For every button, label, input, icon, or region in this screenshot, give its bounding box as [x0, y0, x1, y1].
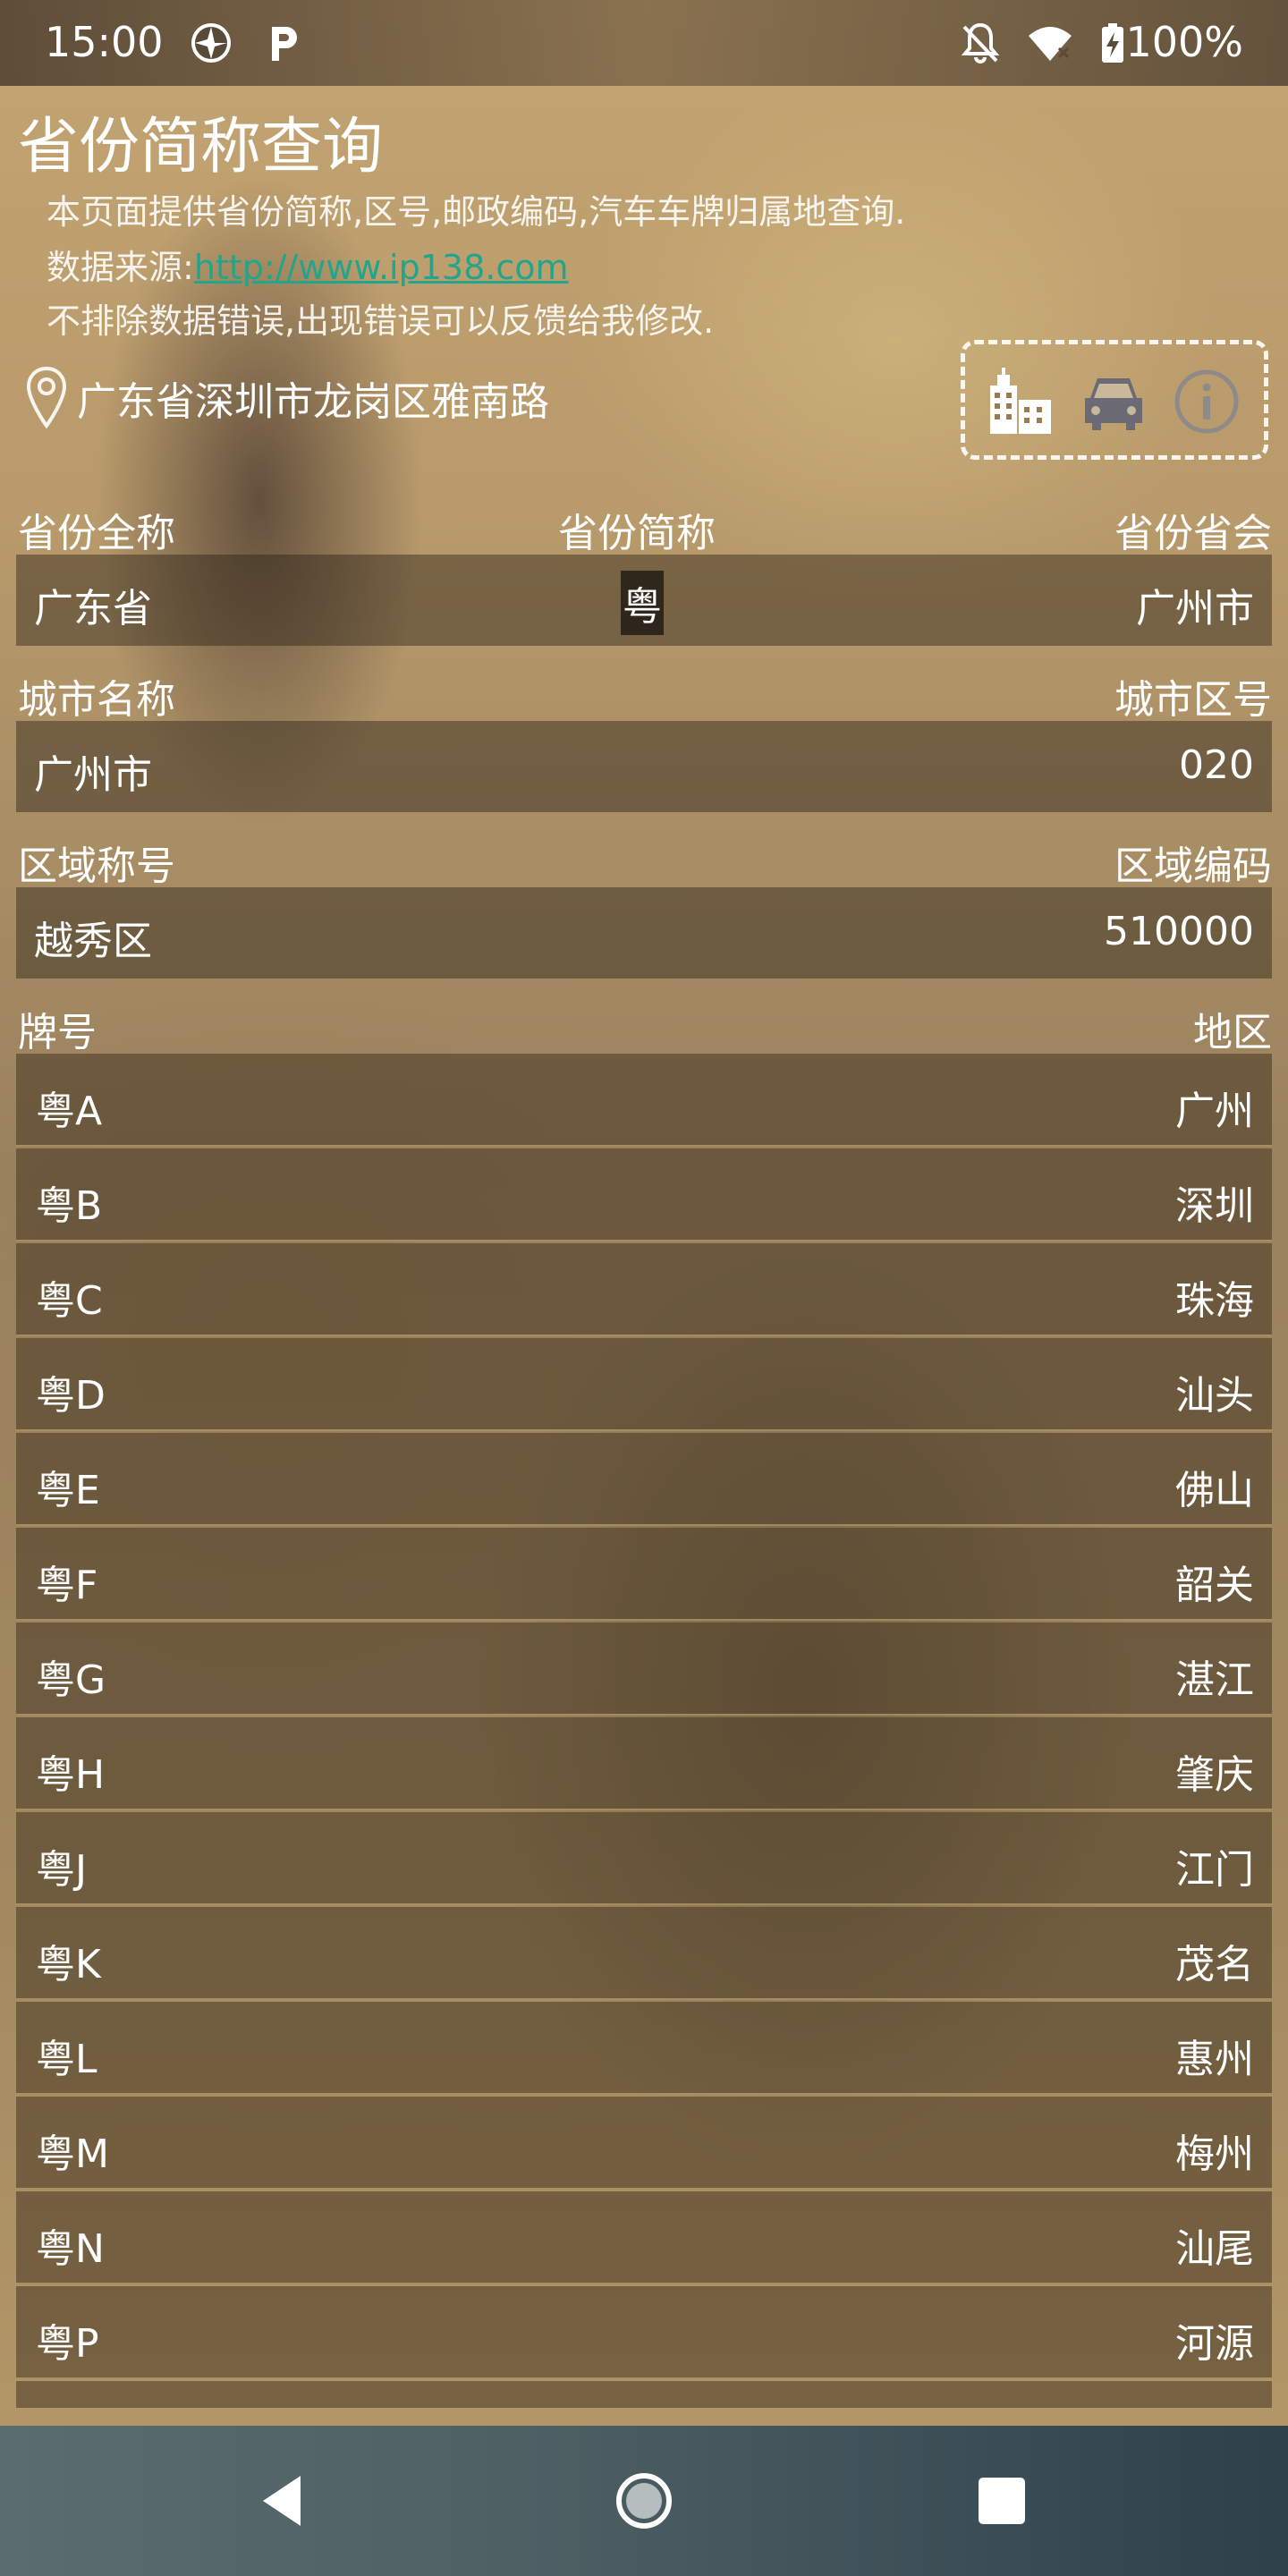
status-time: 15:00	[45, 18, 164, 66]
list-item-partial[interactable]	[16, 2381, 1272, 2408]
province-short-value[interactable]: 粤	[621, 571, 664, 635]
plate-region: 广州	[1175, 1089, 1254, 1134]
parking-p-icon	[272, 27, 297, 61]
label-city-code: 城市区号	[1114, 677, 1272, 723]
plate-region: 茂名	[1175, 1942, 1254, 1987]
city-row: 广州市 020	[16, 721, 1272, 812]
district-row: 越秀区 510000	[16, 887, 1272, 979]
navigation-bar	[0, 2426, 1288, 2576]
plate-code: 粤D	[36, 1373, 106, 1419]
list-item[interactable]: 粤B 深圳	[16, 1148, 1272, 1241]
province-row: 广东省 粤 广州市	[16, 555, 1272, 646]
plate-list[interactable]: 粤A 广州 粤B 深圳 粤C 珠海 粤D 汕头 粤E 佛山 粤F 韶关 粤G 湛江 粤H 肇庆 …	[16, 1054, 1272, 2408]
city-name-value: 广州市	[34, 752, 152, 798]
list-item[interactable]: 粤J 江门	[16, 1812, 1272, 1905]
plate-region: 湛江	[1175, 1657, 1254, 1703]
status-bar: 15:00 100%	[0, 0, 1288, 86]
home-icon[interactable]	[608, 2465, 680, 2537]
plate-code: 粤C	[36, 1278, 103, 1324]
current-location[interactable]: 广东省深圳市龙岗区雅南路	[25, 365, 549, 431]
plate-region: 深圳	[1175, 1183, 1254, 1229]
battery-percent: 100%	[1125, 18, 1243, 66]
plate-region: 珠海	[1175, 1278, 1254, 1324]
info-line-3: 不排除数据错误,出现错误可以反馈给我修改.	[47, 301, 715, 341]
label-plate: 牌号	[18, 1010, 97, 1055]
province-capital-value: 广州市	[1136, 586, 1254, 631]
list-item[interactable]: 粤N 汕尾	[16, 2191, 1272, 2284]
label-district-name: 区域称号	[18, 843, 175, 889]
list-item[interactable]: 粤P 河源	[16, 2286, 1272, 2379]
plate-code: 粤G	[36, 1657, 106, 1703]
plate-code: 粤A	[36, 1089, 103, 1134]
info-line-1: 本页面提供省份简称,区号,邮政编码,汽车车牌归属地查询.	[47, 192, 906, 232]
info-line-2: 数据来源:http://www.ip138.com	[47, 240, 569, 289]
label-province-short: 省份简称	[558, 511, 716, 556]
car-icon[interactable]	[1078, 366, 1149, 437]
page-title: 省份简称查询	[18, 112, 384, 182]
back-icon[interactable]	[249, 2465, 320, 2537]
list-item[interactable]: 粤M 梅州	[16, 2097, 1272, 2190]
plate-region: 江门	[1175, 1847, 1254, 1893]
plate-region: 惠州	[1175, 2037, 1254, 2082]
plate-region: 汕尾	[1175, 2226, 1254, 2272]
data-source-link[interactable]: http://www.ip138.com	[194, 248, 569, 287]
location-pin-icon	[26, 366, 67, 429]
city-code-value: 020	[1179, 742, 1254, 788]
wifi-icon	[1029, 27, 1072, 61]
bell-off-icon	[961, 22, 1000, 64]
list-item[interactable]: 粤A 广州	[16, 1054, 1272, 1147]
list-item[interactable]: 粤H 肇庆	[16, 1717, 1272, 1810]
list-item[interactable]: 粤L 惠州	[16, 2002, 1272, 2095]
list-item[interactable]: 粤E 佛山	[16, 1433, 1272, 1526]
plate-code: 粤L	[36, 2037, 97, 2082]
plate-region: 肇庆	[1175, 1752, 1254, 1798]
plate-code: 粤B	[36, 1183, 103, 1229]
label-region: 地区	[1193, 1010, 1272, 1055]
label-city-name: 城市名称	[18, 677, 175, 723]
info-icon[interactable]	[1171, 366, 1242, 437]
app-shutter-icon	[191, 23, 231, 63]
list-item[interactable]: 粤G 湛江	[16, 1623, 1272, 1716]
city-buildings-icon[interactable]	[985, 366, 1056, 437]
label-district-code: 区域编码	[1114, 843, 1272, 889]
plate-region: 韶关	[1175, 1563, 1254, 1608]
list-item[interactable]: 粤F 韶关	[16, 1528, 1272, 1621]
plate-region: 河源	[1175, 2321, 1254, 2367]
data-source-label: 数据来源:	[47, 248, 194, 287]
plate-region: 梅州	[1175, 2131, 1254, 2177]
label-province-capital: 省份省会	[1114, 511, 1272, 556]
plate-code: 粤N	[36, 2226, 105, 2272]
plate-code: 粤F	[36, 1563, 98, 1608]
district-name-value: 越秀区	[34, 919, 152, 964]
plate-code: 粤H	[36, 1752, 106, 1798]
plate-code: 粤P	[36, 2321, 99, 2367]
plate-code: 粤J	[36, 1847, 87, 1893]
list-item[interactable]: 粤C 珠海	[16, 1243, 1272, 1336]
recents-icon[interactable]	[966, 2465, 1038, 2537]
plate-code: 粤M	[36, 2131, 109, 2177]
plate-region: 佛山	[1175, 1468, 1254, 1513]
location-text: 广东省深圳市龙岗区雅南路	[77, 379, 549, 425]
district-code-value: 510000	[1104, 909, 1254, 954]
plate-region: 汕头	[1175, 1373, 1254, 1419]
plate-code: 粤K	[36, 1942, 101, 1987]
list-item[interactable]: 粤K 茂名	[16, 1907, 1272, 2000]
province-full-value: 广东省	[34, 586, 152, 631]
tool-buttons	[961, 340, 1268, 460]
plate-code: 粤E	[36, 1468, 100, 1513]
list-item[interactable]: 粤D 汕头	[16, 1338, 1272, 1431]
label-province-full: 省份全称	[18, 511, 175, 556]
